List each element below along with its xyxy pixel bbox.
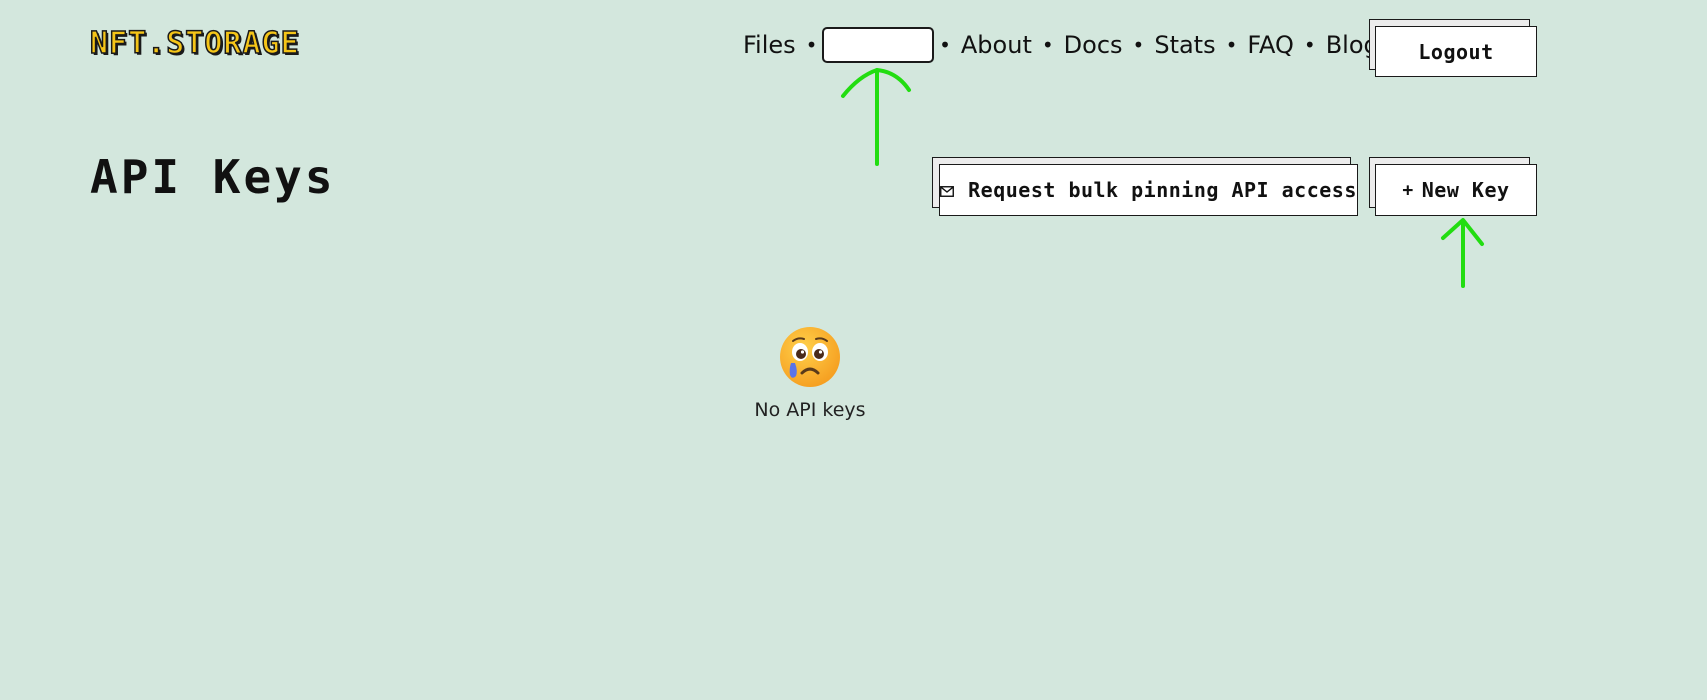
nav-api-keys[interactable]: API Keys: [822, 27, 935, 63]
bulk-pinning-button-wrap: Request bulk pinning API access: [932, 157, 1358, 216]
nav-separator: •: [805, 33, 818, 57]
annotation-arrow-new-key: [1441, 218, 1484, 288]
nav-docs[interactable]: Docs: [1061, 31, 1126, 59]
mail-icon: [940, 178, 956, 202]
main-nav: Files • API Keys • About • Docs • Stats …: [740, 27, 1382, 63]
crying-face-icon: [780, 327, 840, 387]
new-key-button-label: New Key: [1421, 178, 1510, 202]
page-title: API Keys: [90, 150, 336, 204]
nav-separator: •: [1225, 33, 1238, 57]
nav-separator: •: [1041, 33, 1054, 57]
empty-state: No API keys: [740, 325, 880, 421]
nav-separator: •: [939, 33, 951, 57]
nft-storage-logo[interactable]: NFT.STORAGE: [89, 25, 300, 62]
nav-stats[interactable]: Stats: [1151, 31, 1218, 59]
nav-separator: •: [1132, 33, 1145, 57]
plus-icon: +: [1402, 179, 1414, 201]
nav-files[interactable]: Files: [740, 31, 799, 59]
annotation-arrow-api-keys: [841, 67, 911, 166]
nav-faq[interactable]: FAQ: [1244, 31, 1297, 59]
nav-separator: •: [1303, 33, 1316, 57]
empty-state-text: No API keys: [754, 399, 866, 421]
new-key-button-wrap: + New Key: [1369, 157, 1538, 216]
bulk-pinning-button[interactable]: Request bulk pinning API access: [939, 164, 1358, 216]
logout-button-wrap: Logout: [1369, 19, 1538, 78]
new-key-button[interactable]: + New Key: [1375, 164, 1537, 216]
bulk-pinning-button-label: Request bulk pinning API access: [968, 178, 1357, 202]
logout-button[interactable]: Logout: [1375, 26, 1537, 77]
nav-about[interactable]: About: [958, 31, 1035, 59]
